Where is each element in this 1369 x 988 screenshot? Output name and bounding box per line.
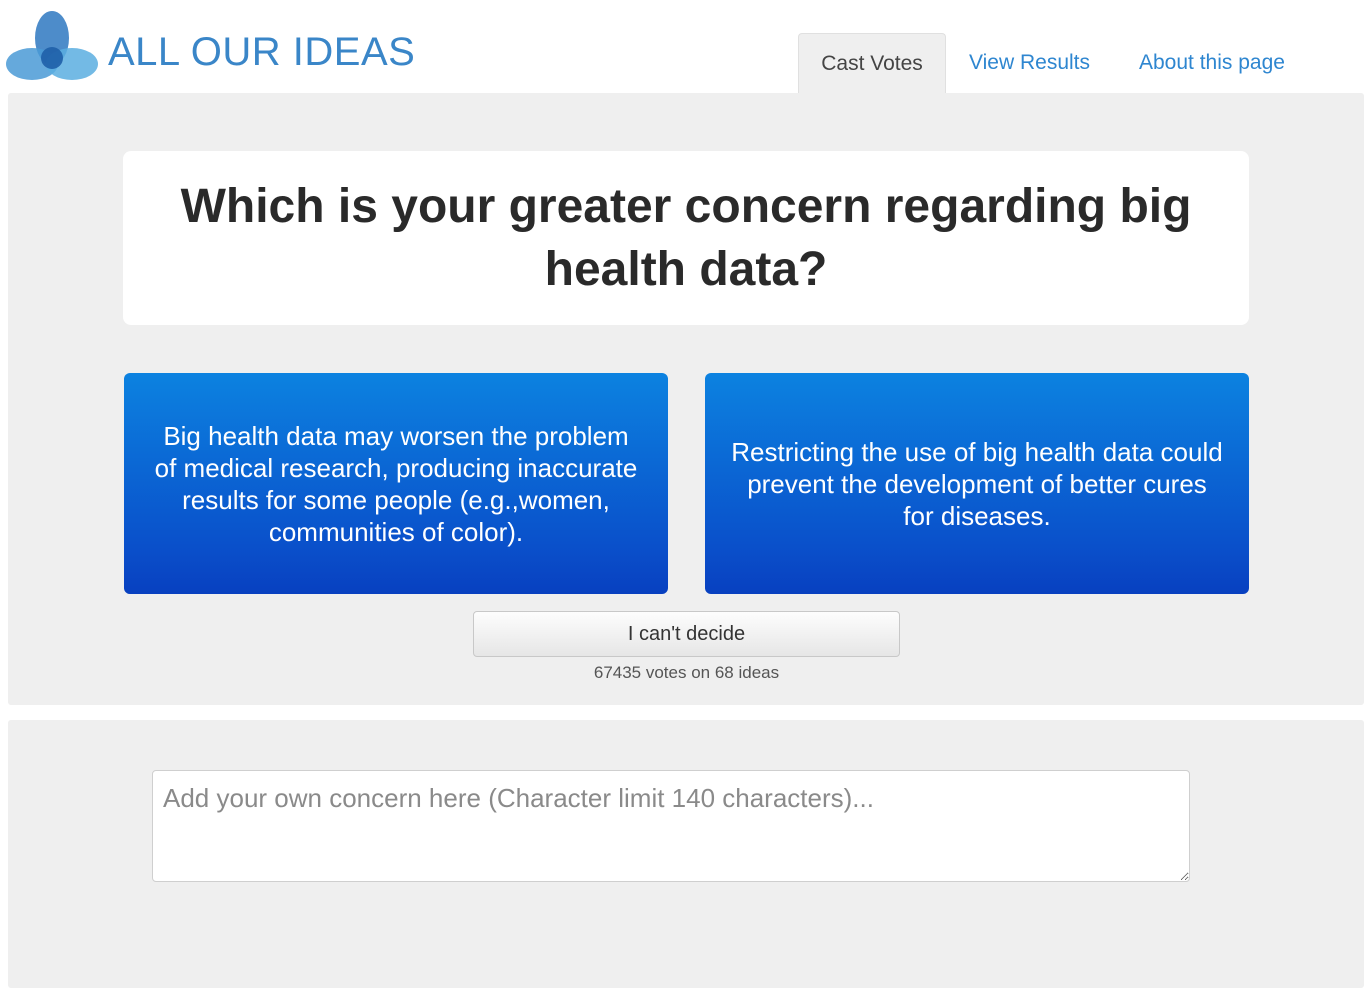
add-idea-textarea[interactable]: [152, 770, 1190, 882]
tab-cast-votes[interactable]: Cast Votes: [798, 33, 946, 93]
header: ALL OUR IDEAS Cast Votes View Results Ab…: [0, 0, 1369, 93]
choice-right-button[interactable]: Restricting the use of big health data c…: [705, 373, 1249, 594]
voting-panel: Which is your greater concern regarding …: [8, 93, 1364, 705]
logo-text: ALL OUR IDEAS: [108, 30, 416, 74]
tab-about-this-page[interactable]: About this page: [1139, 33, 1285, 93]
three-petal-logo-icon: [6, 11, 98, 80]
tab-view-results[interactable]: View Results: [969, 33, 1090, 93]
vote-stats: 67435 votes on 68 ideas: [593, 663, 780, 682]
logo[interactable]: ALL OUR IDEAS: [6, 8, 415, 84]
add-idea-panel: [8, 720, 1364, 988]
question-text: Which is your greater concern regarding …: [180, 180, 1192, 296]
choice-left-button[interactable]: Big health data may worsen the problem o…: [124, 373, 668, 594]
question-box: Which is your greater concern regarding …: [123, 151, 1249, 325]
cant-decide-button[interactable]: I can't decide: [473, 611, 900, 657]
